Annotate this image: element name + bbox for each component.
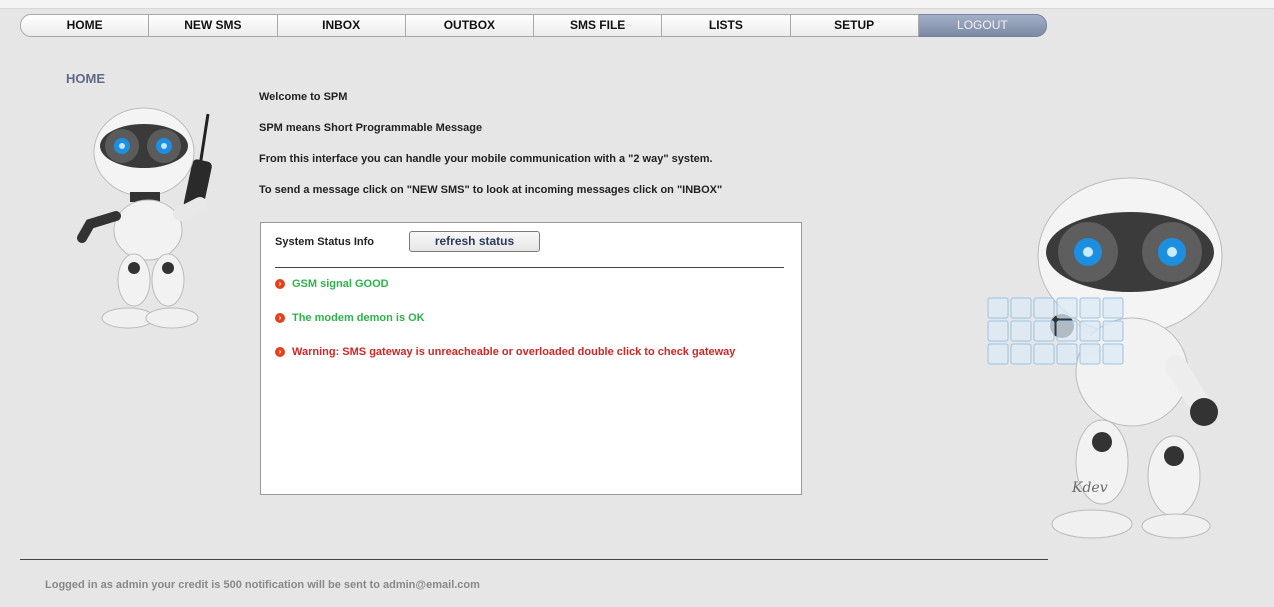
- page-title: HOME: [66, 71, 105, 86]
- chevron-right-bullet-icon: ›: [275, 347, 285, 357]
- status-text: The modem demon is OK: [292, 312, 425, 324]
- robot-phone-illustration: [77, 107, 212, 329]
- system-status-label: System Status Info: [275, 236, 375, 248]
- nav-sms-file[interactable]: SMS FILE: [534, 14, 663, 37]
- nav-setup[interactable]: SETUP: [790, 14, 919, 37]
- refresh-status-button[interactable]: refresh status: [409, 231, 540, 252]
- main-nav: HOME NEW SMS INBOX OUTBOX SMS FILE LISTS…: [20, 14, 1047, 37]
- footer-login-info: Logged in as admin your credit is 500 no…: [45, 579, 480, 591]
- welcome-text: Welcome to SPM SPM means Short Programma…: [259, 90, 879, 214]
- nav-new-sms[interactable]: NEW SMS: [149, 14, 278, 37]
- status-list: › GSM signal GOOD › The modem demon is O…: [275, 278, 795, 380]
- status-text: Warning: SMS gateway is unreacheable or …: [292, 346, 736, 358]
- welcome-line: To send a message click on "NEW SMS" to …: [259, 184, 723, 196]
- nav-lists[interactable]: LISTS: [662, 14, 791, 37]
- robot-touchscreen-illustration: Kdev: [987, 177, 1223, 539]
- status-item-modem-demon: › The modem demon is OK: [275, 312, 795, 326]
- footer-divider: [20, 559, 1048, 560]
- nav-inbox[interactable]: INBOX: [277, 14, 406, 37]
- welcome-line: SPM means Short Programmable Message: [259, 122, 483, 134]
- nav-logout[interactable]: LOGOUT: [918, 14, 1047, 37]
- status-panel-header: System Status Info refresh status: [275, 231, 784, 268]
- welcome-line: From this interface you can handle your …: [259, 153, 713, 165]
- welcome-line: Welcome to SPM: [259, 91, 348, 103]
- status-item-sms-gateway-warning[interactable]: › Warning: SMS gateway is unreacheable o…: [275, 346, 795, 360]
- system-status-panel: System Status Info refresh status › GSM …: [260, 222, 802, 495]
- top-bar: [0, 0, 1274, 9]
- chevron-right-bullet-icon: ›: [275, 279, 285, 289]
- nav-outbox[interactable]: OUTBOX: [405, 14, 534, 37]
- robot-brand-text: Kdev: [1071, 480, 1108, 496]
- chevron-right-bullet-icon: ›: [275, 313, 285, 323]
- status-text: GSM signal GOOD: [292, 278, 389, 290]
- status-item-gsm-signal: › GSM signal GOOD: [275, 278, 795, 292]
- nav-home[interactable]: HOME: [20, 14, 150, 37]
